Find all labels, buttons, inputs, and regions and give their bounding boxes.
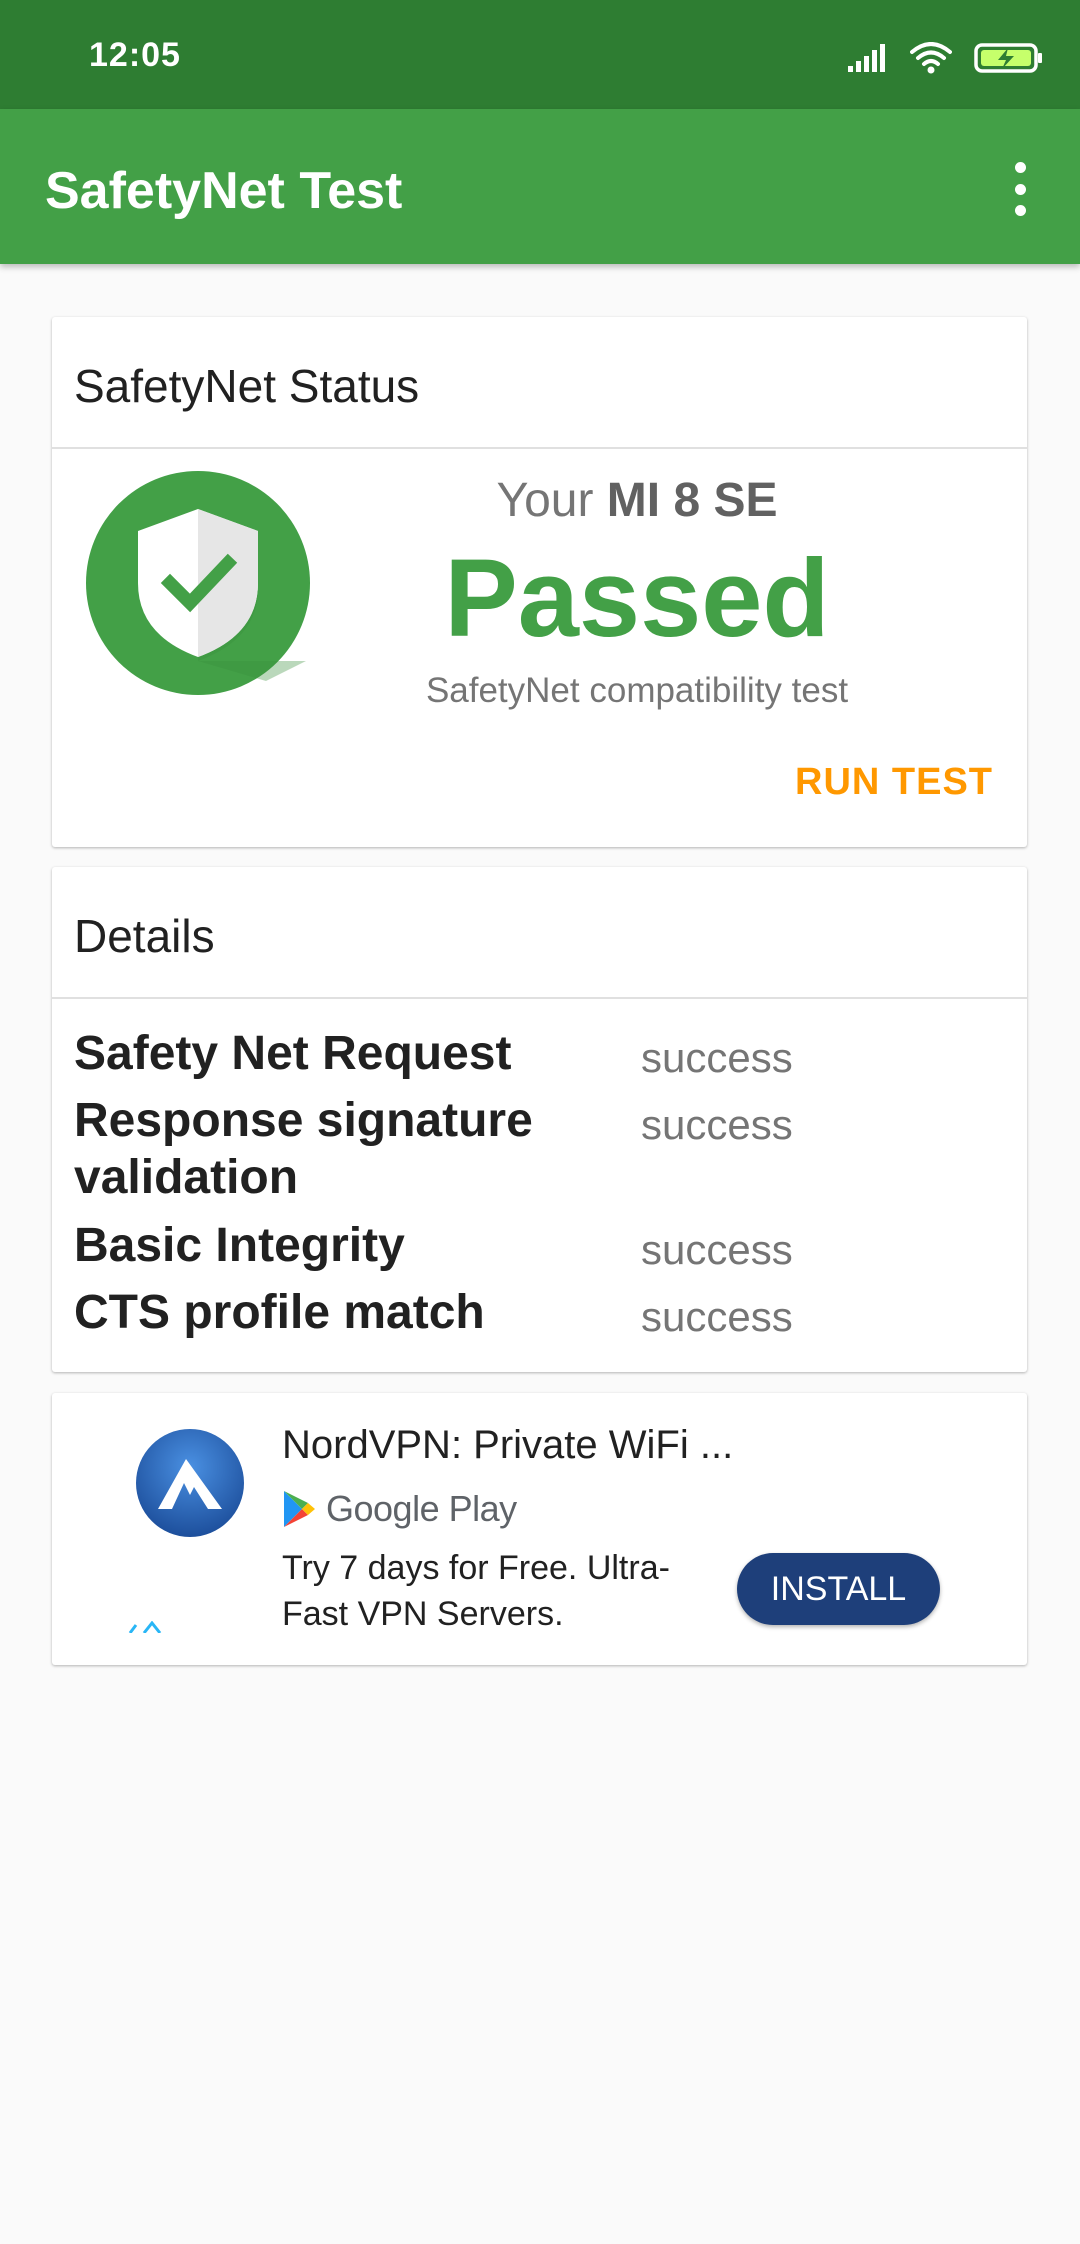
install-button[interactable]: INSTALL (737, 1553, 940, 1625)
detail-label: CTS profile match (74, 1286, 485, 1339)
status-card-title: SafetyNet Status (74, 360, 420, 412)
detail-value: success (641, 1034, 793, 1081)
google-play-badge: Google Play (282, 1485, 517, 1533)
status-card: SafetyNet Status Your MI 8 SE Passed Saf… (52, 317, 1027, 847)
app-title: SafetyNet Test (45, 162, 403, 220)
status-icons (848, 38, 1044, 78)
device-line: Your MI 8 SE (352, 473, 922, 528)
device-prefix: Your (496, 474, 594, 527)
ad-body: Try 7 days for Free. Ultra-Fast VPN Serv… (282, 1549, 670, 1633)
result-subtitle: SafetyNet compatibility test (425, 671, 849, 710)
run-test-button[interactable]: RUN TEST (795, 761, 993, 804)
detail-label: Basic Integrity (74, 1219, 405, 1272)
ad-image-fragment (128, 1621, 162, 1633)
detail-label: Safety Net Request (74, 1027, 512, 1080)
signal-icon (848, 44, 885, 72)
shield-check-icon (86, 471, 310, 695)
detail-label: Response signature validation (74, 1094, 533, 1204)
details-card-header: Details (52, 867, 1027, 999)
detail-value: success (641, 1293, 793, 1340)
device-name: MI 8 SE (606, 474, 778, 527)
more-vert-icon[interactable] (990, 159, 1050, 219)
ad-card[interactable]: NordVPN: Private WiFi ... Google Play Tr… (52, 1393, 1027, 1665)
status-bar: 12:05 (0, 0, 1080, 109)
battery-charging-icon (974, 43, 1042, 73)
app-bar: SafetyNet Test (0, 109, 1080, 264)
google-play-icon (284, 1491, 315, 1527)
detail-value: success (641, 1226, 793, 1273)
wifi-icon (910, 42, 952, 74)
nordvpn-logo-icon (136, 1429, 244, 1537)
details-card-title: Details (74, 910, 215, 962)
status-time: 12:05 (89, 36, 181, 74)
ad-title[interactable]: NordVPN: Private WiFi ... (282, 1423, 733, 1468)
details-card: Details Safety Net Request success Respo… (52, 867, 1027, 1372)
result-text: Passed (444, 537, 830, 660)
detail-value: success (641, 1101, 793, 1148)
store-name: Google Play (326, 1488, 517, 1529)
status-card-header: SafetyNet Status (52, 317, 1027, 449)
